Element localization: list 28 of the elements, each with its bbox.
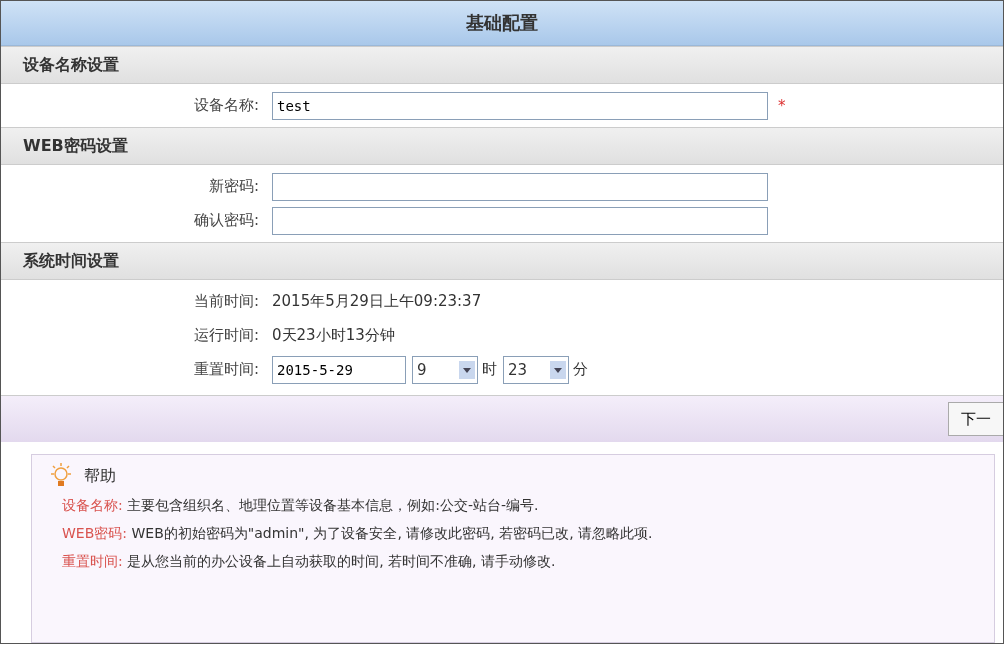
section-header: WEB密码设置 — [1, 127, 1003, 165]
required-mark: * — [778, 96, 786, 115]
section-header: 设备名称设置 — [1, 46, 1003, 84]
unit-label: 分 — [573, 360, 588, 379]
input-field[interactable]: test — [272, 91, 768, 120]
next-button[interactable]: 下一 — [948, 402, 1003, 436]
value-text: 2015年5月29日上午09:23:37 — [272, 292, 482, 311]
field-label: 重置时间: — [192, 360, 260, 379]
minute-select[interactable]: 23 — [503, 355, 569, 384]
help-text: 设备名称: 主要包含组织名、地理位置等设备基本信息，例如:公交-站台-编号. — [61, 496, 540, 515]
input-field[interactable] — [272, 172, 768, 201]
value-text: 0天23小时13分钟 — [272, 326, 395, 345]
section-header: 系统时间设置 — [1, 242, 1003, 280]
field-label: 新密码: — [207, 177, 260, 196]
field-label: 运行时间: — [192, 326, 260, 345]
dropdown-icon — [550, 360, 566, 379]
field-label: 当前时间: — [192, 292, 260, 311]
field-label: 设备名称: — [192, 96, 260, 115]
dropdown-icon — [459, 360, 475, 379]
help-title: 帮助 — [84, 465, 116, 487]
page-title: 基础配置 — [1, 1, 1003, 46]
date-field[interactable]: 2015-5-29 — [272, 355, 406, 384]
input-field[interactable] — [272, 206, 768, 235]
field-label: 确认密码: — [192, 211, 260, 230]
help-text: 重置时间: 是从您当前的办公设备上自动获取的时间, 若时间不准确, 请手动修改. — [61, 552, 557, 571]
hour-select[interactable]: 9 — [412, 355, 478, 384]
help-text: WEB密码: WEB的初始密码为"admin", 为了设备安全, 请修改此密码, 若密码已改, 请忽略此项. — [61, 524, 654, 543]
unit-label: 时 — [482, 360, 497, 379]
